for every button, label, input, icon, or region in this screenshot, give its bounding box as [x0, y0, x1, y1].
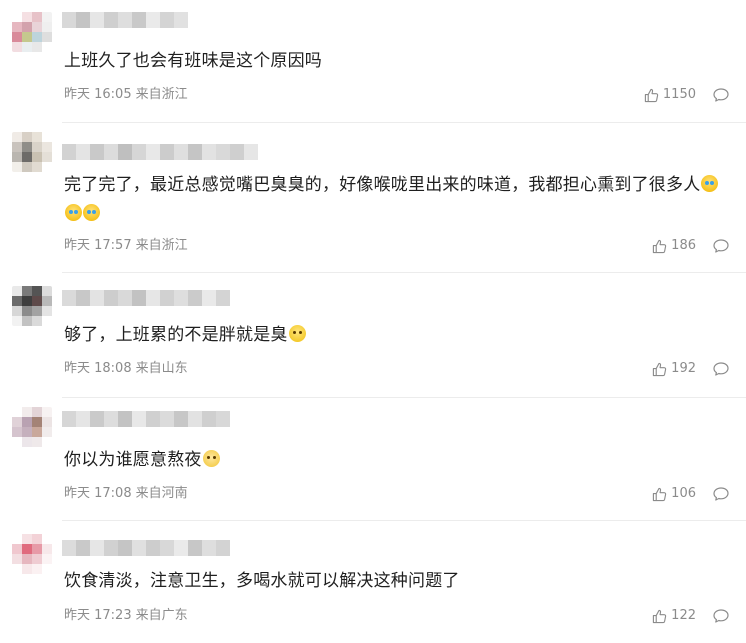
comment-location: 来自广东	[135, 608, 188, 623]
comment-text: 饮食清淡，注意卫生，多喝水就可以解决这种问题了	[64, 567, 722, 596]
like-count: 122	[671, 608, 696, 623]
comment-time: 昨天 17:23	[64, 608, 132, 623]
avatar[interactable]	[12, 534, 52, 574]
reply-button[interactable]	[712, 608, 730, 624]
comment-meta: 昨天 17:23 来自广东	[64, 608, 188, 624]
comment-item: 饮食清淡，注意卫生，多喝水就可以解决这种问题了昨天 17:23 来自广东 122	[0, 0, 746, 643]
comment-text-content: 饮食清淡，注意卫生，多喝水就可以解决这种问题了	[64, 571, 460, 591]
like-button[interactable]: 122	[652, 608, 696, 624]
thumbs-up-icon	[653, 609, 667, 623]
comment-bubble-icon	[713, 609, 729, 623]
username-blurred[interactable]	[62, 540, 230, 556]
